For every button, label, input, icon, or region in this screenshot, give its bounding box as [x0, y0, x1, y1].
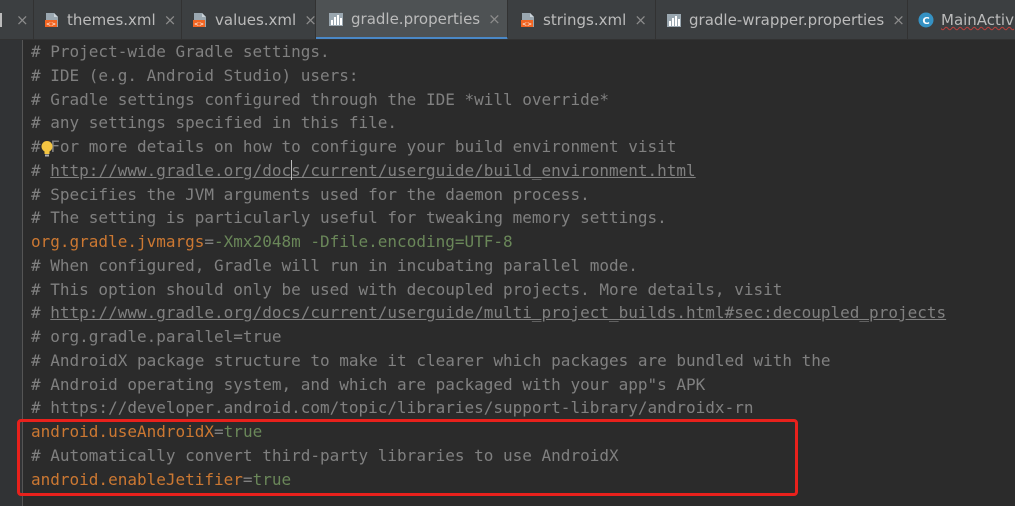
xml-file-icon: <> [45, 13, 58, 28]
tab-gradle-properties[interactable]: gradle.properties × [316, 0, 508, 39]
code-line[interactable]: org.gradle.jvmargs=-Xmx2048m -Dfile.enco… [31, 230, 513, 254]
code-line[interactable]: # org.gradle.parallel=true [31, 325, 281, 349]
code-line[interactable]: # When configured, Gradle will run in in… [31, 254, 638, 278]
gradle-properties-icon [329, 12, 343, 26]
tab-close-icon[interactable]: × [16, 11, 29, 29]
property-value: -Xmx2048m -Dfile.encoding=UTF-8 [214, 232, 513, 251]
xml-file-icon: <> [193, 13, 206, 28]
tab-strings-xml[interactable]: <> strings.xml × [508, 0, 656, 39]
tab-gradle-wrapper-properties[interactable]: gradle-wrapper.properties × [656, 0, 908, 39]
tab-close-icon[interactable]: × [488, 10, 501, 28]
code-line[interactable]: # http://www.gradle.org/docs/current/use… [31, 301, 946, 325]
tab-label: gradle.properties [351, 9, 481, 28]
code-line[interactable]: # This option should only be used with d… [31, 278, 782, 302]
svg-text:<>: <> [194, 21, 204, 28]
property-key: org.gradle.jvmargs [31, 232, 205, 251]
code-line[interactable]: # Gradle settings configured through the… [31, 88, 609, 112]
svg-text:<>: <> [522, 21, 532, 28]
code-line[interactable]: # IDE (e.g. Android Studio) users: [31, 64, 359, 88]
xml-file-icon: <> [521, 13, 534, 28]
tab-main-activity[interactable]: C MainActiv [908, 0, 1015, 39]
property-separator: = [204, 232, 215, 251]
kotlin-class-icon: C [918, 12, 934, 28]
code-editor[interactable]: # Project-wide Gradle settings. # IDE (e… [0, 40, 1015, 506]
annotation-highlight-box [17, 419, 798, 496]
tab-label: themes.xml [67, 11, 156, 29]
code-line[interactable]: # AndroidX package structure to make it … [31, 349, 831, 373]
gradle-properties-icon [667, 14, 681, 27]
url-link[interactable]: http://www.gradle.org/docs/current/userg… [50, 303, 946, 322]
lightbulb-icon[interactable] [40, 140, 54, 158]
tab-values-xml[interactable]: <> values.xml × [182, 0, 317, 39]
svg-text:<>: <> [46, 21, 56, 28]
tab-label: gradle-wrapper.properties [689, 11, 885, 29]
code-line[interactable]: # http://www.gradle.org/docs/current/use… [31, 159, 696, 183]
tab-themes-xml[interactable]: <> themes.xml × [34, 0, 182, 39]
tab-label: values.xml [215, 11, 297, 29]
code-line[interactable]: # Android operating system, and which ar… [31, 373, 705, 397]
tab-label: strings.xml [543, 11, 627, 29]
comment-prefix: # [31, 161, 51, 180]
truncated-file-icon [0, 13, 2, 27]
tab-close-icon[interactable]: × [304, 11, 317, 29]
tab-close-icon[interactable]: × [634, 11, 647, 29]
code-line[interactable]: # The setting is particularly useful for… [31, 206, 667, 230]
text-caret [291, 160, 292, 180]
ide-window: × <> themes.xml × <> values.xml × gradle… [0, 0, 1015, 506]
tab-label: MainActiv [941, 11, 1014, 29]
tab-close-icon[interactable]: × [164, 11, 177, 29]
editor-tab-bar: × <> themes.xml × <> values.xml × gradle… [0, 0, 1015, 40]
code-line[interactable]: # any settings specified in this file. [31, 111, 397, 135]
code-line[interactable]: # Project-wide Gradle settings. [31, 40, 330, 64]
code-line[interactable]: # Specifies the JVM arguments used for t… [31, 183, 590, 207]
url-link[interactable]: http://www.gradle.org/docs/current/userg… [50, 161, 695, 180]
comment-prefix: # [31, 303, 51, 322]
tab-close-icon[interactable]: × [892, 11, 905, 29]
svg-text:C: C [922, 16, 929, 27]
code-line[interactable]: # https://developer.android.com/topic/li… [31, 396, 753, 420]
code-line[interactable]: # For more details on how to configure y… [31, 135, 676, 159]
tab-truncated[interactable]: × [0, 0, 34, 39]
